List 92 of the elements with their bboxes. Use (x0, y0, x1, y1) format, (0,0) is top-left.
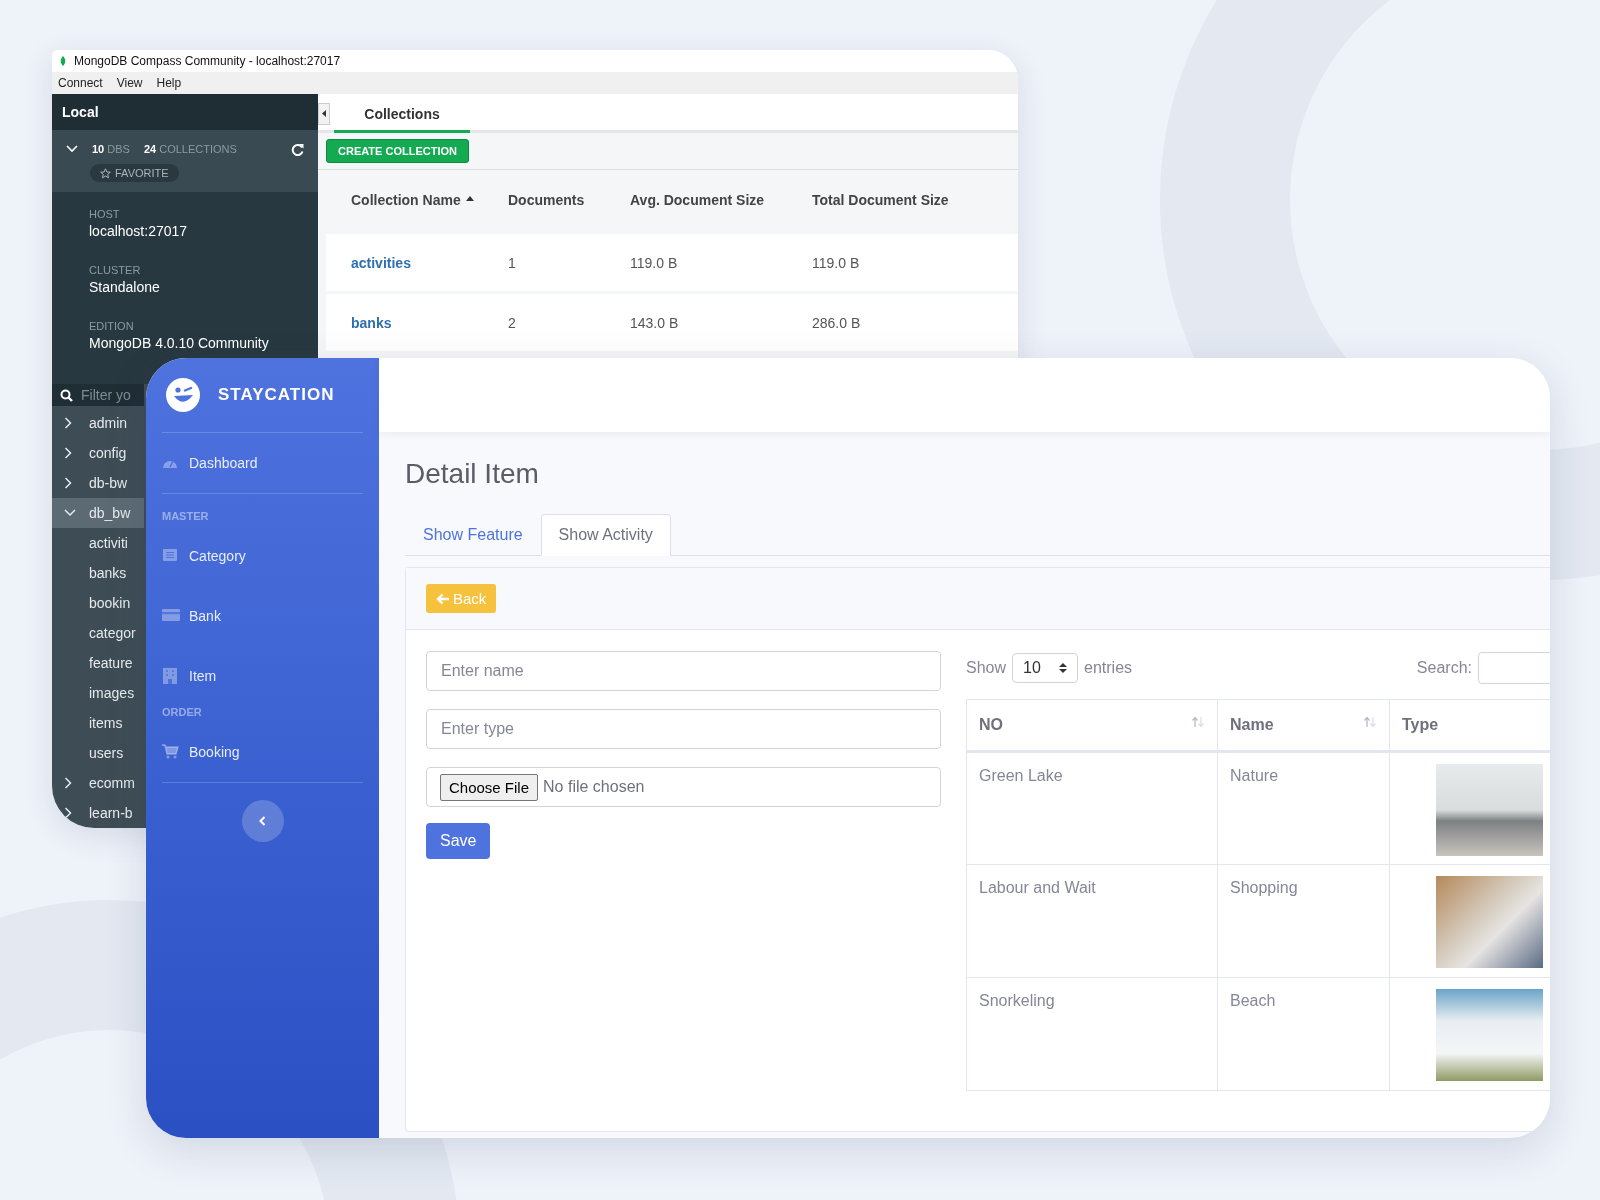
file-status: No file chosen (543, 778, 645, 796)
section-heading: MASTER (162, 510, 210, 524)
tree-item[interactable]: feature (52, 648, 144, 678)
save-button[interactable]: Save (426, 823, 491, 859)
menu-item[interactable]: Help (156, 76, 182, 90)
table-cell-text: 1 (508, 254, 517, 271)
tree-item[interactable]: images (52, 678, 144, 708)
info-label: CLUSTER (89, 264, 142, 277)
column-header[interactable]: Name (1217, 699, 1390, 752)
table-cell: Nature (1217, 751, 1390, 865)
tree-item[interactable]: categor (52, 618, 144, 648)
refresh-button[interactable] (291, 142, 304, 156)
column-header[interactable]: Type (1389, 699, 1550, 752)
tab[interactable]: Show Feature (405, 514, 541, 556)
window-title: MongoDB Compass Community - localhost:27017 (74, 54, 341, 68)
column-header[interactable]: NO (966, 699, 1218, 752)
search-field[interactable] (1478, 652, 1550, 684)
up-down-icon (1059, 662, 1068, 674)
nav-item[interactable]: Dashboard (162, 433, 363, 493)
table-cell: Shopping (1217, 864, 1390, 978)
chevron-down-icon (66, 145, 78, 153)
tab[interactable]: Collections (334, 97, 470, 133)
menu-item[interactable]: Connect (58, 76, 103, 90)
list-icon (162, 548, 180, 564)
filter-input[interactable]: Filter yo (81, 387, 143, 404)
tab[interactable]: Show Activity (540, 514, 671, 556)
table-cell: Beach (1217, 977, 1390, 1091)
tree-item[interactable]: config (52, 438, 144, 468)
filter-field[interactable]: Filter yo (52, 384, 144, 406)
info-value: Standalone (89, 279, 161, 296)
sidebar-header: Local (52, 94, 318, 130)
collection-link[interactable]: banks (351, 314, 508, 331)
tree-item[interactable]: learn-b (52, 798, 144, 828)
table-cell-text: 143.0 B (630, 314, 680, 331)
tree-item[interactable]: db-bw (52, 468, 144, 498)
menu-item[interactable]: View (116, 76, 143, 90)
collapse-button[interactable] (318, 102, 330, 125)
refresh-icon (291, 142, 304, 156)
column-header[interactable]: Total Document Size (812, 192, 949, 208)
collection-link[interactable]: activities (351, 254, 508, 271)
nav-item[interactable]: Category (162, 526, 363, 586)
leaf-icon (60, 56, 66, 66)
nav-item[interactable]: Booking (162, 722, 363, 782)
info-label: HOST (89, 208, 121, 221)
entries-label: entries (1084, 659, 1133, 677)
tree-item[interactable]: activiti (52, 528, 144, 558)
page-size-select[interactable]: 10 (1012, 653, 1079, 683)
table-cell: 286.0 B (812, 314, 861, 331)
tree-item[interactable]: bookin (52, 588, 144, 618)
database-count: 10 DBS (92, 143, 130, 155)
arrow-left-icon (436, 592, 450, 605)
chevron-left-icon (259, 816, 266, 826)
cart-icon (162, 744, 180, 760)
smiley-logo-icon (166, 378, 200, 412)
file-field[interactable]: Choose File No file chosen (426, 767, 941, 807)
caret-left-icon (322, 110, 326, 117)
tree-item[interactable]: ecomm (52, 768, 144, 798)
search-icon (60, 388, 73, 402)
card-icon (162, 608, 180, 624)
building-icon (162, 668, 180, 684)
table-cell: Labour and Wait (966, 864, 1218, 978)
choose-file-button[interactable]: Choose File (440, 773, 539, 801)
search-label: Search: (1416, 659, 1472, 677)
tree-item[interactable]: items (52, 708, 144, 738)
tree-item[interactable]: db_bw (52, 498, 144, 528)
nav-item[interactable]: Bank (162, 586, 363, 646)
text-field[interactable]: Enter name (426, 651, 941, 691)
table-cell-text: 2 (508, 314, 517, 331)
sort-arrows-icon (1363, 716, 1377, 728)
info-value: MongoDB 4.0.10 Community (89, 335, 270, 352)
table-cell: Snorkeling (966, 977, 1218, 1091)
tree-item[interactable]: admin (52, 408, 144, 438)
brand-name: STAYCATION (218, 385, 335, 405)
section-heading: ORDER (162, 706, 203, 720)
table-cell: Green Lake (966, 751, 1218, 865)
show-label: Show (966, 659, 1007, 677)
column-header[interactable]: Collection Name (351, 192, 508, 208)
tree-item[interactable]: users (52, 738, 144, 768)
page-title: Detail Item (405, 458, 540, 490)
text-field[interactable]: Enter type (426, 709, 941, 749)
info-value: localhost:27017 (89, 223, 189, 240)
nav-item[interactable]: Item (162, 646, 363, 706)
favorite-button[interactable]: FAVORITE (90, 164, 179, 182)
tree-item[interactable]: banks (52, 558, 144, 588)
table-cell: 119.0 B (812, 254, 860, 271)
column-header[interactable]: Avg. Document Size (630, 192, 812, 208)
column-header[interactable]: Documents (508, 192, 630, 208)
sort-arrows-icon (1191, 716, 1205, 728)
table-cell-text: 119.0 B (630, 254, 679, 271)
collection-count: 24 COLLECTIONS (143, 143, 237, 155)
star-icon (100, 167, 111, 179)
info-label: EDITION (89, 320, 135, 333)
